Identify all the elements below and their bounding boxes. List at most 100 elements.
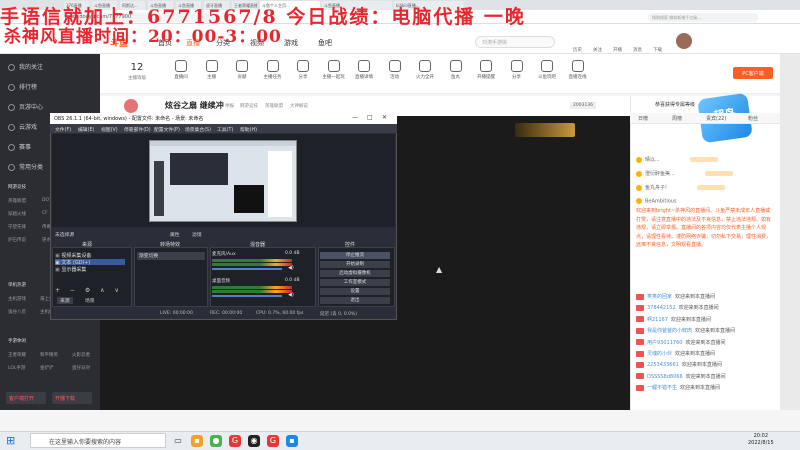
site-search-input[interactable]: 刘涛手游挑 [475,36,555,48]
nav-fishbar[interactable]: 鱼吧 [318,38,332,48]
open-client-button[interactable]: 客户端打开 [6,392,46,404]
chat-message[interactable]: 啊21167 欢迎来到本直播间 [636,316,711,323]
source-actions[interactable]: + − ⚙ ∧ ∨ [55,287,123,294]
menu-docks[interactable]: 停靠部件(D) [124,126,151,133]
toolbar-item[interactable]: 贡献 [229,58,255,80]
sidebar-item-cloudgame[interactable]: 云游戏 [8,122,37,131]
menu-view[interactable]: 视图(V) [101,126,118,133]
download-link[interactable]: 下载 [653,47,662,53]
chat-username[interactable]: 笑笑的回家 [647,294,672,300]
toolbar-item[interactable]: 直播间 [168,58,194,80]
taskbar-search-input[interactable]: 在这里输入你要搜索的内容 [30,433,166,448]
toolbar-item[interactable]: 分享 [504,58,530,80]
source-item[interactable]: ▣ 视频采集设备 [55,252,91,259]
tab-day[interactable]: 日榜 [638,115,648,122]
chat-username[interactable]: 灵魂的小伙 [647,351,672,357]
category-tag[interactable]: LOL手游 [8,365,25,371]
chat-message[interactable]: 灵魂的小伙 欢迎来到本直播间 [636,350,715,357]
category-tag[interactable]: 火影忍者 [72,352,90,358]
volume-slider[interactable] [212,268,282,270]
chat-message[interactable]: 2253433661 欢迎来到本直播间 [636,361,722,368]
category-tag[interactable]: 金铲铲 [40,365,54,371]
app-icon[interactable]: ▪ [286,435,298,447]
chat-username[interactable]: 啊21167 [647,317,668,323]
tab-vip[interactable]: 贵宾(22) [706,115,726,122]
toolbar-item[interactable]: 斗鱼玩吧 [534,58,560,80]
app-icon[interactable]: G [267,435,279,447]
tab-fans[interactable]: 粉丝 [748,115,758,122]
room-tag[interactable]: 网游竞技 [240,103,258,109]
transition-select[interactable]: 渐变切换 [137,252,205,260]
chat-message[interactable]: 我是你爸爸的小鲜肉 欢迎来到本直播间 [636,327,735,334]
broadcast-link[interactable]: 开播 [613,47,622,53]
sidebar-item-webgame[interactable]: 页游中心 [8,102,43,111]
settings-button[interactable]: 设置 [320,288,390,295]
category-tag[interactable]: 主机游戏 [8,296,26,302]
sidebar-item-esports[interactable]: 赛事 [8,142,31,151]
studio-mode-button[interactable]: 工作室模式 [320,279,390,286]
speaker-icon[interactable]: ◀) [288,265,294,271]
category-tag[interactable]: 王者荣耀 [8,352,26,358]
chat-username[interactable]: 一鲤不错不生 [647,385,677,391]
sidebar-item-follow[interactable]: 我的关注 [8,62,43,71]
toolbar-item[interactable]: 主播 [199,58,225,80]
category-tag[interactable]: 蛋仔派对 [72,365,90,371]
download-button[interactable]: 开播下载 [52,392,92,404]
room-tag[interactable]: 举报 [225,103,234,109]
source-item-selected[interactable]: ▣ 文本 (GDI+) [55,259,125,266]
category-tag[interactable]: 英雄联盟 [8,198,26,204]
page-scrollbar[interactable] [780,54,800,410]
rank-item[interactable]: BeAmbitious [636,198,677,205]
sidebar-item-rank[interactable]: 排行榜 [8,82,37,91]
toolbar-item[interactable]: 主播一起玩 [321,58,347,80]
windows-start-icon[interactable]: ⊞ [6,435,18,447]
stop-stream-button[interactable]: 停止推流 [320,252,390,259]
tab-week[interactable]: 周榜 [672,115,682,122]
chat-username[interactable]: 用户93011760 [647,340,682,346]
toolbar-item[interactable]: 分享 [290,58,316,80]
chrome-icon[interactable]: ● [210,435,222,447]
toolbar-item[interactable]: 开播提醒 [473,58,499,80]
chat-username[interactable]: 我是你爸爸的小鲜肉 [647,328,692,334]
avatar[interactable] [676,33,692,49]
toolbar-item[interactable]: 直播详情 [351,58,377,80]
toolbar-item[interactable]: 鱼丸 [443,58,469,80]
category-tag[interactable]: 穿越火线 [8,211,26,217]
toolbar-item[interactable]: 活动 [382,58,408,80]
chat-username[interactable]: 378442152 [647,305,676,311]
message-link[interactable]: 消息 [633,47,642,53]
chat-username[interactable]: DSSSS8d8066 [647,374,683,380]
chat-message[interactable]: DSSSS8d8066 欢迎来到本直播间 [636,373,726,380]
pc-client-button[interactable]: PC客户端 [733,67,773,79]
exit-button[interactable]: 退出 [320,297,390,304]
room-tag[interactable]: 英雄联盟 [265,103,283,109]
app-icon[interactable]: G [229,435,241,447]
rank-item[interactable]: 鱼丸舟子! [636,184,726,191]
source-item[interactable]: ▣ 显示器采集 [55,266,86,273]
file-explorer-icon[interactable]: ▪ [191,435,203,447]
nav-game[interactable]: 游戏 [284,38,298,48]
obs-icon[interactable]: ◉ [248,435,260,447]
category-tag[interactable]: 鬼谷八荒 [8,309,26,315]
chat-username[interactable]: 2253433661 [647,362,679,368]
menu-file[interactable]: 文件(F) [55,126,71,133]
chat-message[interactable]: 一鲤不错不生 欢迎来到本直播间 [636,384,720,391]
chat-message[interactable]: 378442152 欢迎来到本直播间 [636,304,719,311]
toolbar-item[interactable]: 主播任务 [260,58,286,80]
sidebar-item-common[interactable]: 常用分类 [8,162,43,171]
filters-button[interactable]: 滤镜 [192,231,202,238]
chat-message[interactable]: 笑笑的回家 欢迎来到本直播间 [636,293,715,300]
menu-help[interactable]: 帮助(H) [240,126,257,133]
menu-scene-collection[interactable]: 场景集合(S) [185,126,211,133]
speaker-icon[interactable]: ◀) [288,292,294,298]
rank-item[interactable]: 晴以... [636,156,718,163]
maximize-icon[interactable]: □ [367,114,373,121]
toolbar-item[interactable]: 火力全开 [412,58,438,80]
follow-link[interactable]: 关注 [593,47,602,53]
category-tag[interactable]: 守望先锋 [8,224,26,230]
tab-sources[interactable]: 来源 [57,297,73,304]
tab-scenes[interactable]: 场景 [82,297,98,304]
category-tag[interactable]: CF [42,211,48,216]
virtual-camera-button[interactable]: 启动虚拟摄像机 [320,270,390,277]
close-icon[interactable]: ✕ [382,114,387,121]
